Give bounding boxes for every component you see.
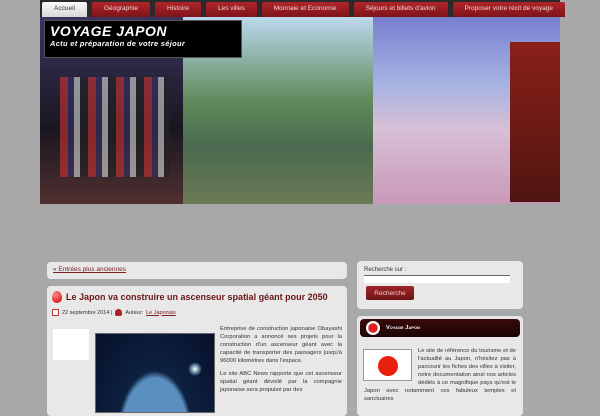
search-button[interactable]: Recherche xyxy=(366,286,414,300)
japan-dot-icon xyxy=(366,321,380,335)
search-widget: Recherche sur : Recherche xyxy=(357,261,523,309)
site-title: VOYAGE JAPON xyxy=(50,23,167,39)
widget-title: Voyage Japon xyxy=(386,325,420,331)
balloon-icon xyxy=(52,291,62,303)
older-entries-link[interactable]: « Entrées plus anciennes xyxy=(53,266,126,273)
tab-geographie[interactable]: Géographie xyxy=(91,2,150,17)
tab-accueil[interactable]: Accueil xyxy=(42,2,87,17)
post-date: 22 septembre 2014 | xyxy=(62,309,113,316)
post-paragraph: Entreprise de construction japonaise Oba… xyxy=(220,326,342,364)
fuji-image xyxy=(373,17,560,204)
calendar-icon xyxy=(52,309,59,316)
post: Le Japon va construire un ascenseur spat… xyxy=(47,286,347,416)
author-link[interactable]: Le Japonais xyxy=(146,310,176,316)
tab-monnaie[interactable]: Monnaie et Economie xyxy=(261,2,349,17)
post-paragraph: Le site ABC News rapporte que cet ascens… xyxy=(220,371,342,393)
tab-proposer-recit[interactable]: Proposer votre récit de voyage xyxy=(452,2,566,17)
tab-les-villes[interactable]: Les villes xyxy=(206,2,257,17)
site-subtitle: Actu et préparation de votre séjour xyxy=(50,39,186,48)
post-title[interactable]: Le Japon va construire un ascenseur spat… xyxy=(66,292,328,302)
post-image xyxy=(95,333,215,413)
header-banner: VOYAGE JAPON Actu et préparation de votr… xyxy=(40,17,560,204)
author-label: Auteur: xyxy=(125,309,144,316)
user-icon xyxy=(115,309,123,316)
site-logo[interactable]: VOYAGE JAPON Actu et préparation de votr… xyxy=(44,20,242,58)
about-widget: Voyage Japon Le site de référence du tou… xyxy=(357,316,523,416)
tab-histoire[interactable]: Histoire xyxy=(154,2,201,17)
main-nav: Accueil Géographie Histoire Les villes M… xyxy=(40,0,566,17)
japan-flag-image xyxy=(363,349,412,381)
tab-sejours[interactable]: Séjours et billets d'avion xyxy=(353,2,448,17)
search-input[interactable] xyxy=(364,275,510,283)
search-label: Recherche sur : xyxy=(364,267,407,273)
post-thumbnail xyxy=(53,329,89,360)
pagination-box: « Entrées plus anciennes xyxy=(47,262,347,279)
